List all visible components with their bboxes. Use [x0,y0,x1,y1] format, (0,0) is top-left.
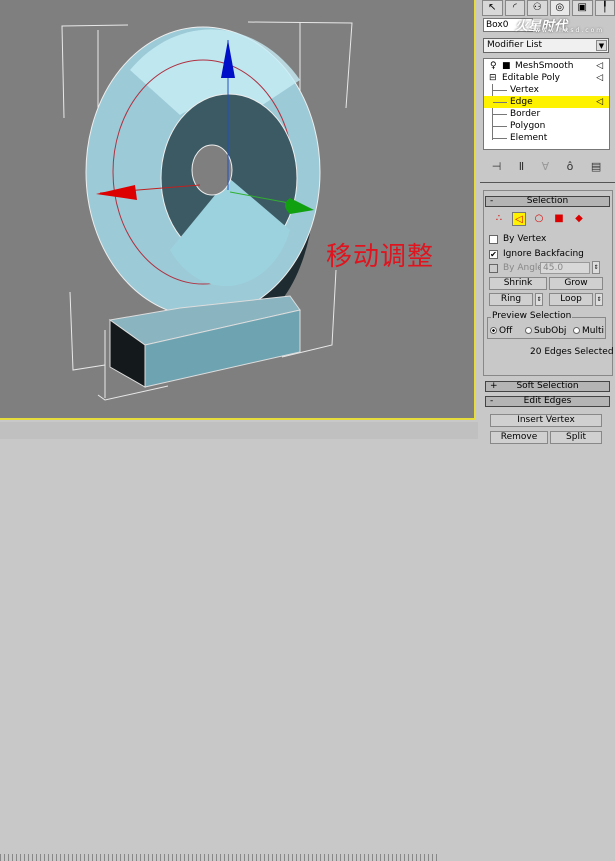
create-tab-icon[interactable]: ↖ [482,0,503,16]
edit-edges-rollout-header[interactable]: - Edit Edges [485,396,610,407]
vertex-mode-icon[interactable]: ∴ [492,212,506,226]
time-slider[interactable] [0,422,478,439]
ring-button[interactable]: Ring [489,293,533,306]
hierarchy-tab-icon[interactable]: ⚇ [527,0,548,16]
preview-subobj-radio[interactable]: SubObj [525,326,566,336]
command-panel: ↖ ◜ ⚇ ◎ ▣ ╿ Box0 火星时代 www.hxsd.com Modif… [480,0,615,439]
stack-item-label: Element [510,132,547,144]
soft-selection-rollout-header[interactable]: + Soft Selection [485,381,610,392]
make-unique-icon[interactable]: ∀ [542,160,550,176]
by-angle-checkbox[interactable] [489,264,498,273]
ignore-backfacing-checkbox[interactable]: ✔ [489,250,498,259]
by-vertex-checkbox[interactable] [489,235,498,244]
selection-status: 20 Edges Selected [530,347,614,357]
edge-mode-icon[interactable]: ◁ [512,212,526,226]
collapse-toggle: - [490,397,493,406]
subobject-triangle-icon: ◁ [596,72,603,84]
annotation-text: 移动调整 [326,236,434,273]
stack-item-label: MeshSmooth [515,60,573,72]
by-angle-input[interactable]: 45.0 [540,262,590,274]
stack-item-label: Edge [510,96,533,108]
grow-button[interactable]: Grow [549,277,603,290]
chevron-down-icon[interactable]: ▼ [596,40,607,51]
display-tab-icon[interactable]: ▣ [572,0,593,16]
shrink-button[interactable]: Shrink [489,277,547,290]
stack-item-label: Vertex [510,84,539,96]
modifier-stack[interactable]: ♀ ■ MeshSmooth ◁ ⊟ Editable Poly ◁ Vertex Edg… [483,58,610,150]
divider [480,182,615,183]
rollout-title: Edit Edges [524,396,572,406]
remove-modifier-icon[interactable]: ô [567,160,574,176]
modifier-list-dropdown[interactable]: Modifier List ▼ [483,38,609,53]
stack-item-vertex[interactable]: Vertex [484,84,609,96]
scene-canvas [0,0,476,420]
preview-selection-group: Preview Selection Off SubObj Multi [487,317,606,339]
modify-tab-icon[interactable]: ◜ [505,0,526,16]
rollout-title: Selection [527,196,568,206]
group-title: Preview Selection [491,311,572,321]
expand-icon[interactable]: ■ [502,60,511,72]
loop-spinner[interactable]: ⇕ [595,293,603,306]
track-bar[interactable] [0,854,440,861]
stack-item-label: Polygon [510,120,545,132]
polygon-mode-icon[interactable]: ■ [552,212,566,226]
stack-item-element[interactable]: Element [484,132,609,144]
lightbulb-icon[interactable]: ♀ [490,60,497,72]
remove-button[interactable]: Remove [490,431,548,444]
configure-sets-icon[interactable]: ▤ [591,160,601,176]
subobject-triangle-icon: ◁ [596,96,603,108]
border-mode-icon[interactable]: ○ [532,212,546,226]
ignore-backfacing-label: Ignore Backfacing [503,249,584,259]
modifier-list-label: Modifier List [487,40,542,50]
by-angle-spinner[interactable]: ⇕ [592,261,600,274]
command-panel-tabs: ↖ ◜ ⚇ ◎ ▣ ╿ [480,0,615,16]
preview-off-radio[interactable]: Off [490,326,512,336]
loop-button[interactable]: Loop [549,293,593,306]
stack-item-border[interactable]: Border [484,108,609,120]
utilities-tab-icon[interactable]: ╿ [595,0,615,16]
stack-item-polygon[interactable]: Polygon [484,120,609,132]
element-mode-icon[interactable]: ◆ [572,212,586,226]
collapse-toggle: - [490,197,493,206]
ring-hole [192,145,232,195]
motion-tab-icon[interactable]: ◎ [550,0,571,16]
stack-item-label: Border [510,108,540,120]
stack-item-editable-poly[interactable]: ⊟ Editable Poly ◁ [484,72,609,84]
subobject-level-buttons: ∴ ◁ ○ ■ ◆ [492,212,586,226]
insert-vertex-button[interactable]: Insert Vertex [490,414,602,427]
expand-toggle: + [490,382,498,391]
perspective-viewport[interactable]: 移动调整 [0,0,476,420]
selection-rollout-header[interactable]: - Selection [485,196,610,207]
stack-toolbar: ⊣ Ⅱ ∀ ô ▤ [483,160,610,176]
subobject-triangle-icon: ◁ [596,60,603,72]
split-button[interactable]: Split [550,431,602,444]
rollout-title: Soft Selection [516,381,578,391]
stack-item-edge[interactable]: Edge ◁ [484,96,609,108]
pin-stack-icon[interactable]: ⊣ [492,160,502,176]
by-vertex-label: By Vertex [503,234,546,244]
torus-mesh [86,27,320,324]
preview-multi-radio[interactable]: Multi [573,326,604,336]
base-box [110,296,300,387]
show-end-result-icon[interactable]: Ⅱ [519,160,524,176]
collapse-icon[interactable]: ⊟ [489,72,497,84]
watermark-url: www.hxsd.com [535,27,604,34]
stack-item-meshsmooth[interactable]: ♀ ■ MeshSmooth ◁ [484,60,609,72]
stack-item-label: Editable Poly [502,72,560,84]
ring-spinner[interactable]: ⇕ [535,293,543,306]
